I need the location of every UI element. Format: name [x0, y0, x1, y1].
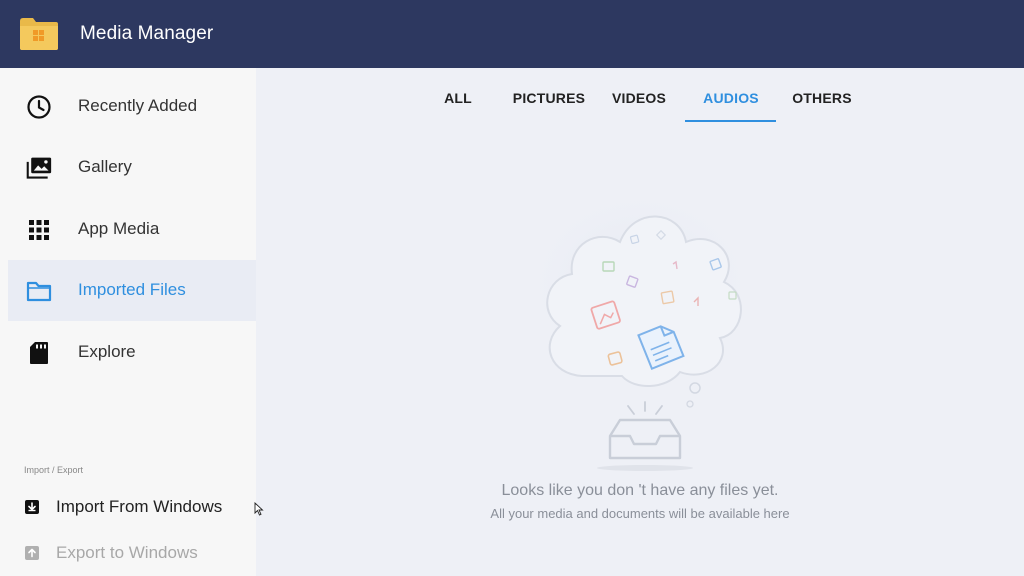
- import-label: Import From Windows: [56, 497, 223, 516]
- export-icon: [25, 546, 39, 560]
- sidebar-item-label: App Media: [78, 219, 160, 238]
- tab-pictures[interactable]: PICTURES: [508, 90, 590, 122]
- mouse-cursor-icon: [254, 502, 264, 516]
- sidebar-item-explore[interactable]: Explore: [8, 322, 256, 383]
- clock-icon: [27, 95, 51, 119]
- tab-videos[interactable]: VIDEOS: [606, 90, 672, 122]
- tab-others[interactable]: OTHERS: [786, 90, 858, 122]
- tab-bar: ALL PICTURES VIDEOS AUDIOS OTHERS: [256, 68, 1024, 124]
- sidebar: Recently Added Gallery App Media Importe…: [0, 68, 256, 576]
- sidebar-item-label: Recently Added: [78, 96, 198, 115]
- sidebar-item-app-media[interactable]: App Media: [8, 199, 256, 260]
- active-tab-indicator: [685, 120, 776, 122]
- export-label: Export to Windows: [56, 543, 198, 562]
- main-content: ALL PICTURES VIDEOS AUDIOS OTHERS Looks …: [256, 68, 1024, 576]
- sidebar-item-label: Imported Files: [78, 280, 186, 299]
- sidebar-item-imported-files[interactable]: Imported Files: [8, 260, 256, 321]
- grid-icon: [29, 220, 49, 240]
- app-title: Media Manager: [80, 23, 214, 44]
- empty-state-subtitle: All your media and documents will be ava…: [490, 506, 790, 521]
- gallery-icon: [26, 157, 52, 179]
- folder-windows-icon: [20, 18, 58, 50]
- section-label: Import / Export: [24, 465, 84, 475]
- sd-card-icon: [30, 342, 48, 364]
- tab-all[interactable]: ALL: [432, 90, 484, 122]
- folder-icon: [26, 281, 52, 302]
- export-to-windows-button[interactable]: Export to Windows: [0, 536, 256, 570]
- title-bar: Media Manager: [0, 0, 1024, 68]
- import-from-windows-button[interactable]: Import From Windows: [0, 490, 256, 524]
- empty-state-title: Looks like you don 't have any files yet…: [501, 482, 779, 499]
- tab-audios[interactable]: AUDIOS: [694, 90, 768, 122]
- import-icon: [25, 500, 39, 514]
- sidebar-item-label: Explore: [78, 342, 136, 361]
- sidebar-item-label: Gallery: [78, 157, 132, 176]
- sidebar-item-gallery[interactable]: Gallery: [8, 137, 256, 198]
- sidebar-item-recently-added[interactable]: Recently Added: [8, 76, 256, 137]
